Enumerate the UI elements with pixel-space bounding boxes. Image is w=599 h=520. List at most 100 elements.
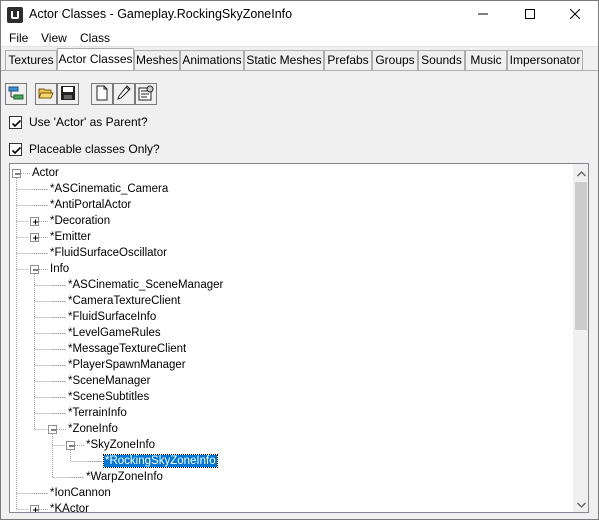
save-icon	[60, 85, 76, 104]
tree-node-emitter[interactable]: *Emitter	[50, 229, 91, 245]
tree-node-ioncannon[interactable]: *IonCannon	[50, 485, 111, 501]
tree-node-kactor[interactable]: *KActor	[50, 501, 89, 513]
tree-node-label: *Decoration	[50, 215, 111, 227]
menu-view[interactable]: View	[41, 31, 67, 45]
scrollbar-thumb[interactable]	[575, 182, 587, 330]
collapse-minus-icon[interactable]	[48, 425, 57, 434]
save-button[interactable]	[57, 83, 79, 105]
close-button[interactable]	[552, 1, 598, 29]
maximize-button[interactable]	[507, 1, 553, 29]
new-button[interactable]	[91, 83, 113, 105]
collapse-minus-icon[interactable]	[30, 265, 39, 274]
use-actor-parent-option[interactable]: Use 'Actor' as Parent?	[9, 114, 148, 130]
tree-node-label: *MessageTextureClient	[68, 343, 187, 355]
tree-node-cameratextureclient[interactable]: *CameraTextureClient	[68, 293, 181, 309]
tab-impersonator[interactable]: Impersonator	[507, 50, 583, 70]
tree-node-label: *ASCinematic_SceneManager	[68, 279, 224, 291]
tree-node-info[interactable]: Info	[50, 261, 69, 277]
tree-node-label: *AntiPortalActor	[50, 199, 132, 211]
placeable-only-label: Placeable classes Only?	[29, 142, 160, 156]
tab-actor-classes[interactable]: Actor Classes	[57, 48, 134, 70]
chevron-up-icon	[576, 166, 586, 180]
tree-node-terraininfo[interactable]: *TerrainInfo	[68, 405, 127, 421]
scroll-down-button[interactable]	[573, 495, 588, 512]
menu-file[interactable]: File	[9, 31, 28, 45]
tree-node-ascinematic-camera[interactable]: *ASCinematic_Camera	[50, 181, 168, 197]
menu-bar: File View Class	[1, 29, 598, 47]
use-actor-parent-label: Use 'Actor' as Parent?	[29, 115, 148, 129]
tree-node-label: *TerrainInfo	[68, 407, 127, 419]
tree-node-label: *PlayerSpawnManager	[68, 359, 186, 371]
tab-groups[interactable]: Groups	[372, 50, 418, 70]
tree-node-label: Info	[50, 263, 70, 275]
expand-plus-icon[interactable]	[30, 505, 39, 512]
tree-node-label: *ZoneInfo	[68, 423, 118, 435]
tree-node-label: *CameraTextureClient	[68, 295, 181, 307]
tree-content: Actor *ASCinematic_Camera *AntiPortalActor…	[10, 164, 572, 512]
edit-button[interactable]	[113, 83, 135, 105]
use-actor-parent-checkbox[interactable]	[9, 115, 22, 129]
open-button[interactable]	[35, 83, 57, 105]
tree-node-label: *SceneManager	[68, 375, 151, 387]
tab-divider	[1, 70, 598, 71]
tab-meshes[interactable]: Meshes	[134, 50, 180, 70]
tab-animations[interactable]: Animations	[180, 50, 244, 70]
tree-node-scenemanager[interactable]: *SceneManager	[68, 373, 150, 389]
title-bar[interactable]: Actor Classes - Gameplay.RockingSkyZoneI…	[1, 1, 598, 29]
tree-node-messagetextureclient[interactable]: *MessageTextureClient	[68, 341, 186, 357]
placeable-only-checkbox[interactable]	[9, 142, 22, 156]
tree-node-antiportalactor[interactable]: *AntiPortalActor	[50, 197, 131, 213]
tree-node-ascinematic-scenemanager[interactable]: *ASCinematic_SceneManager	[68, 277, 223, 293]
actor-classes-window: Actor Classes - Gameplay.RockingSkyZoneI…	[0, 0, 599, 520]
scroll-up-button[interactable]	[573, 164, 588, 181]
close-icon	[569, 8, 581, 22]
tree-node-label: *WarpZoneInfo	[86, 471, 163, 483]
maximize-icon	[525, 8, 535, 22]
menu-class[interactable]: Class	[80, 31, 110, 45]
placeable-only-option[interactable]: Placeable classes Only?	[9, 141, 160, 157]
tree-node-label: *RockingSkyZoneInfo	[103, 454, 218, 468]
class-tree-icon	[8, 85, 24, 104]
tree-node-label: *LevelGameRules	[68, 327, 161, 339]
tab-sounds[interactable]: Sounds	[418, 50, 465, 70]
tree-node-skyzoneinfo[interactable]: *SkyZoneInfo	[86, 437, 155, 453]
vertical-scrollbar[interactable]	[573, 164, 588, 512]
tree-node-fluidsurfaceoscillator[interactable]: *FluidSurfaceOscillator	[50, 245, 167, 261]
tree-node-playerspawnmanager[interactable]: *PlayerSpawnManager	[68, 357, 186, 373]
tab-music[interactable]: Music	[465, 50, 507, 70]
tree-node-label: Actor	[32, 167, 59, 179]
minimize-icon	[478, 8, 488, 22]
unreal-app-icon	[7, 7, 23, 23]
tree-node-label: *IonCannon	[50, 487, 111, 499]
tree-node-warpzoneinfo[interactable]: *WarpZoneInfo	[86, 469, 163, 485]
tree-node-scenesubtitles[interactable]: *SceneSubtitles	[68, 389, 149, 405]
open-folder-icon	[38, 85, 54, 104]
tree-node-zoneinfo[interactable]: *ZoneInfo	[68, 421, 118, 437]
class-tree-button[interactable]	[5, 83, 27, 105]
tree-node-label: *FluidSurfaceInfo	[68, 311, 157, 323]
tree-node-actor[interactable]: Actor	[32, 165, 59, 181]
tree-node-label: *KActor	[50, 503, 89, 513]
collapse-minus-icon[interactable]	[12, 169, 21, 178]
tree-node-decoration[interactable]: *Decoration	[50, 213, 110, 229]
window-title: Actor Classes - Gameplay.RockingSkyZoneI…	[29, 7, 293, 21]
tab-prefabs[interactable]: Prefabs	[324, 50, 372, 70]
tree-node-levelgamerules[interactable]: *LevelGameRules	[68, 325, 161, 341]
minimize-button[interactable]	[460, 1, 506, 29]
tree-node-label: *FluidSurfaceOscillator	[50, 247, 167, 259]
browser-tabs: Textures Actor Classes Meshes Animations…	[3, 48, 597, 70]
expand-plus-icon[interactable]	[30, 217, 39, 226]
properties-icon	[138, 85, 154, 104]
tree-node-label: *SceneSubtitles	[68, 391, 150, 403]
expand-plus-icon[interactable]	[30, 233, 39, 242]
tree-node-rockingskyzoneinfo[interactable]: *RockingSkyZoneInfo	[103, 453, 218, 469]
collapse-minus-icon[interactable]	[66, 441, 75, 450]
tab-textures[interactable]: Textures	[5, 50, 57, 70]
new-document-icon	[94, 85, 110, 104]
tab-static-meshes[interactable]: Static Meshes	[244, 50, 324, 70]
class-tree[interactable]: Actor *ASCinematic_Camera *AntiPortalActor…	[9, 163, 589, 513]
tree-node-label: *Emitter	[50, 231, 91, 243]
properties-button[interactable]	[135, 83, 157, 105]
tree-node-fluidsurfaceinfo[interactable]: *FluidSurfaceInfo	[68, 309, 156, 325]
chevron-down-icon	[576, 497, 586, 511]
